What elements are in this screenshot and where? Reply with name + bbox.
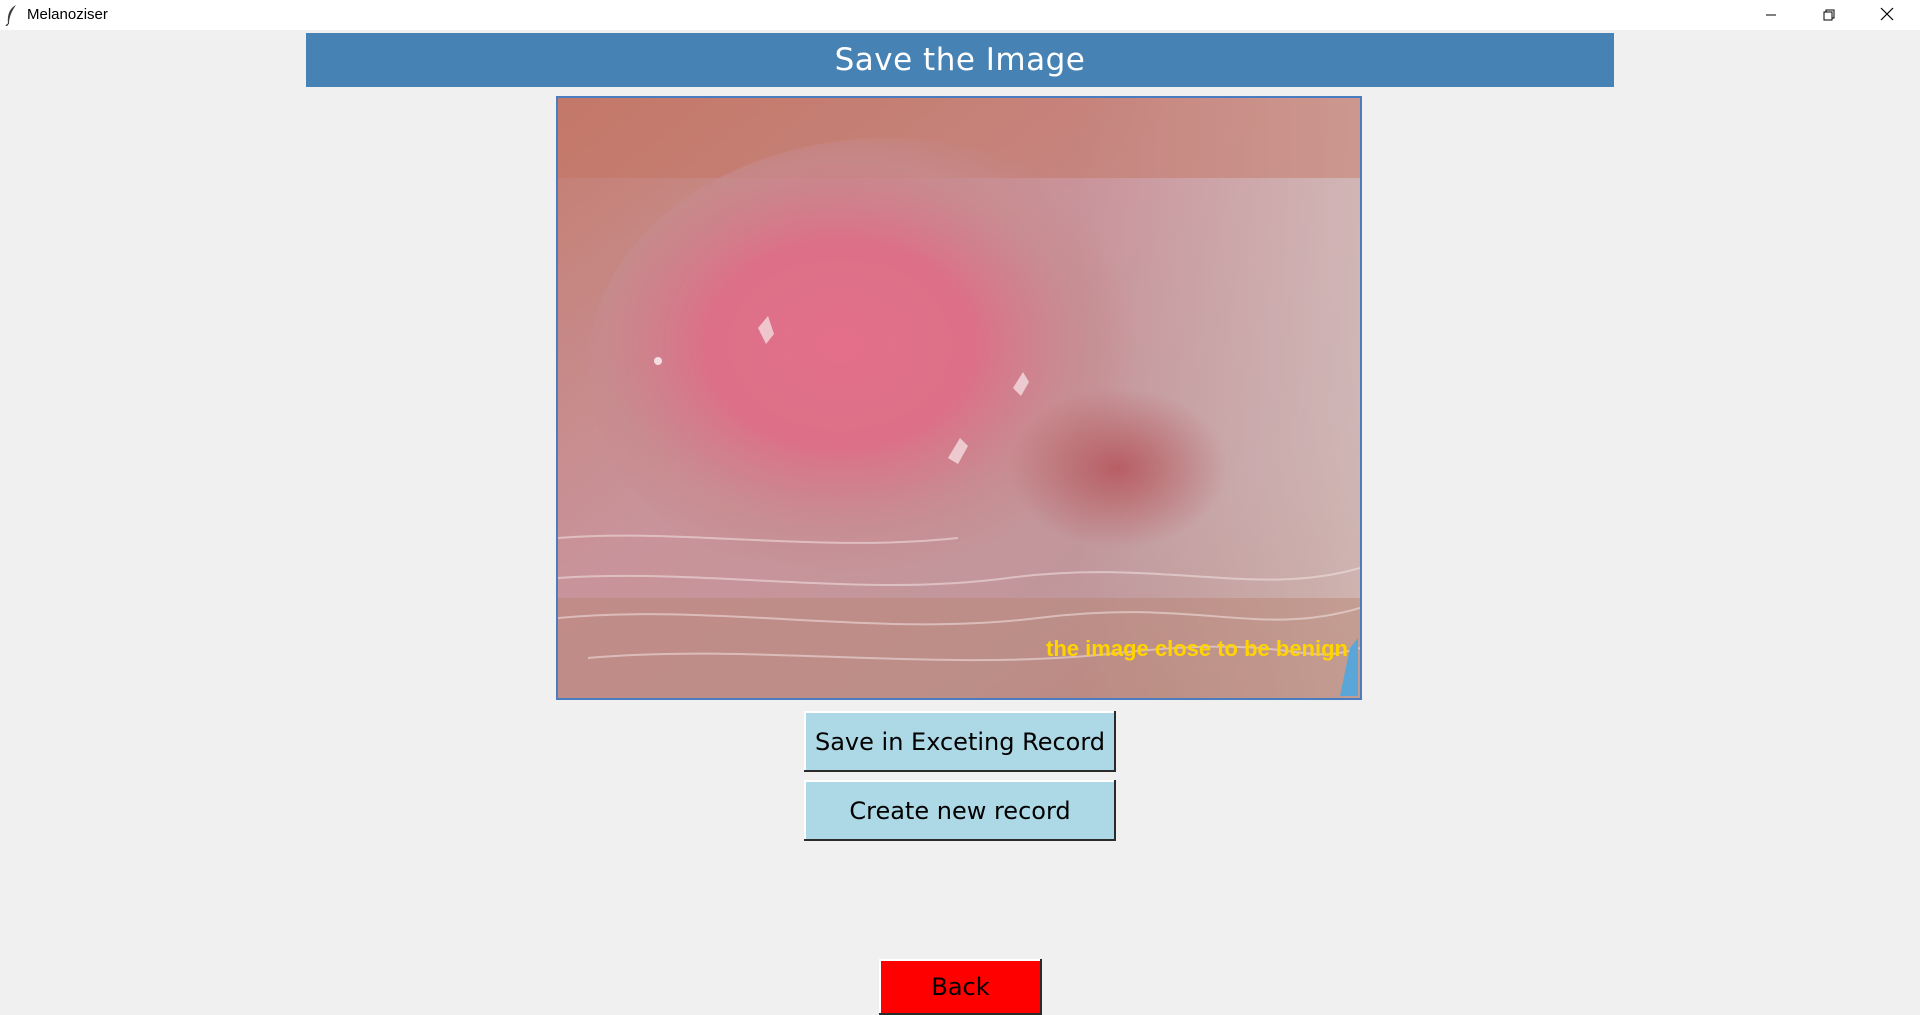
page-title: Save the Image xyxy=(834,42,1086,78)
page-header: Save the Image xyxy=(306,33,1614,87)
minimize-button[interactable] xyxy=(1742,0,1800,30)
lesion-image-panel: the image close to be benign xyxy=(556,96,1362,700)
restore-icon xyxy=(1823,6,1835,25)
close-button[interactable] xyxy=(1858,0,1916,30)
window-titlebar: Melanoziser xyxy=(0,0,1920,30)
save-existing-record-button[interactable]: Save in Exceting Record xyxy=(804,711,1116,772)
minimize-icon xyxy=(1765,6,1777,25)
feather-icon xyxy=(5,4,19,27)
window-title: Melanoziser xyxy=(27,6,108,23)
back-button[interactable]: Back xyxy=(879,959,1042,1015)
create-new-record-button[interactable]: Create new record xyxy=(804,780,1116,841)
restore-button[interactable] xyxy=(1800,0,1858,30)
close-icon xyxy=(1880,6,1894,25)
lesion-image xyxy=(558,98,1360,698)
classification-caption: the image close to be benign xyxy=(1046,636,1348,661)
